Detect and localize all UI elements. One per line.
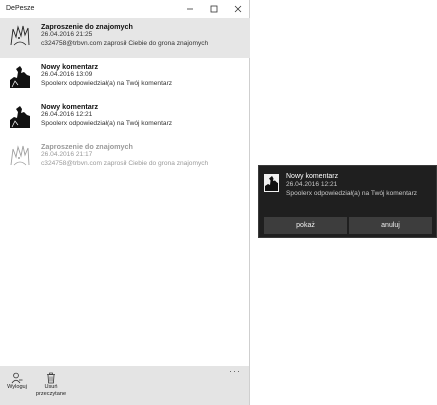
- notification-list: Zaproszenie do znajomych 26.04.2016 21:2…: [0, 18, 250, 178]
- delete-label-2: przeczytane: [35, 391, 67, 397]
- toast-notification[interactable]: Nowy komentarz 26.04.2016 12:21 Spoolerx…: [258, 165, 437, 238]
- more-icon[interactable]: ···: [229, 366, 241, 376]
- item-message: Spoolerx odpowiedział(a) na Twój komenta…: [41, 79, 173, 87]
- delete-label: Usuń: [44, 384, 58, 390]
- list-item[interactable]: Zaproszenie do znajomych 26.04.2016 21:2…: [0, 18, 250, 58]
- item-date: 26.04.2016 13:09: [41, 71, 93, 78]
- trash-icon: [47, 372, 55, 384]
- cancel-button[interactable]: anuluj: [349, 217, 432, 234]
- avatar-silhouette-icon: [264, 174, 279, 192]
- item-date: 26.04.2016 21:17: [41, 151, 93, 158]
- item-message: c324758@trbvn.com zaprosił Ciebie do gro…: [41, 159, 209, 167]
- toast-date: 26.04.2016 12:21: [286, 181, 338, 188]
- item-date: 26.04.2016 21:25: [41, 31, 93, 38]
- item-title: Zaproszenie do znajomych: [41, 22, 133, 31]
- close-button[interactable]: [226, 0, 250, 17]
- item-message: c324758@trbvn.com zaprosił Ciebie do gro…: [41, 39, 209, 47]
- avatar-silhouette-icon: [10, 66, 30, 88]
- title-bar[interactable]: DePesze: [0, 0, 250, 17]
- minimize-icon: [187, 8, 193, 9]
- list-item[interactable]: Nowy komentarz 26.04.2016 12:21 Spoolerx…: [0, 98, 250, 138]
- close-icon: [234, 5, 242, 12]
- maximize-icon: [210, 5, 218, 12]
- avatar-sketch-icon: [10, 25, 30, 46]
- minimize-button[interactable]: [178, 0, 202, 17]
- avatar-sketch-icon: [10, 145, 30, 166]
- maximize-button[interactable]: [202, 0, 226, 17]
- logout-button[interactable]: Wyloguj: [5, 372, 29, 391]
- list-item[interactable]: Nowy komentarz 26.04.2016 13:09 Spoolerx…: [0, 58, 250, 98]
- toast-message: Spoolerx odpowiedział(a) na Twój komenta…: [286, 189, 418, 197]
- item-title: Nowy komentarz: [41, 62, 99, 71]
- logout-user-icon: [11, 372, 23, 384]
- app-window: DePesze Zaproszenie do znajomych 26.04.2…: [0, 0, 250, 405]
- toast-title: Nowy komentarz: [286, 173, 339, 180]
- logout-label: Wyloguj: [7, 384, 27, 390]
- item-title: Nowy komentarz: [41, 102, 99, 111]
- command-bar: Wyloguj Usuń przeczytane ···: [0, 366, 249, 405]
- window-title: DePesze: [6, 5, 35, 12]
- item-title: Zaproszenie do znajomych: [41, 142, 133, 151]
- show-button[interactable]: pokaż: [264, 217, 347, 234]
- delete-read-button[interactable]: Usuń przeczytane: [33, 372, 69, 398]
- item-message: Spoolerx odpowiedział(a) na Twój komenta…: [41, 119, 173, 127]
- avatar-silhouette-icon: [10, 106, 30, 128]
- item-date: 26.04.2016 12:21: [41, 111, 93, 118]
- list-item[interactable]: Zaproszenie do znajomych 26.04.2016 21:1…: [0, 138, 250, 178]
